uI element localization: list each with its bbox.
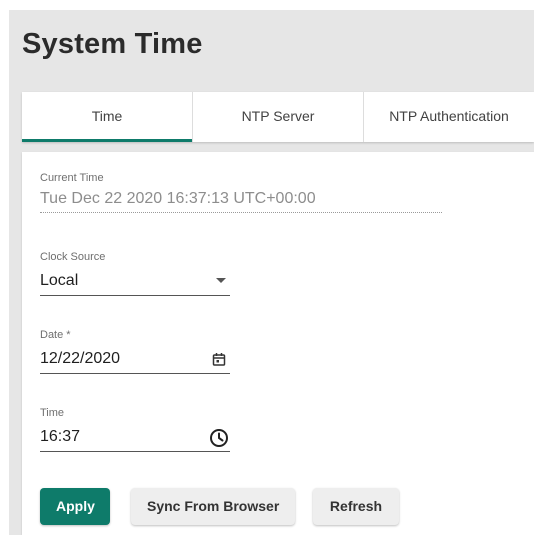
clock-icon[interactable]	[208, 428, 230, 448]
date-value: 12/22/2020	[40, 350, 121, 367]
date-label: Date *	[40, 329, 71, 341]
time-settings-card: Current Time Tue Dec 22 2020 16:37:13 UT…	[22, 152, 534, 535]
time-field: Time 16:37	[40, 407, 230, 452]
current-time-field: Current Time Tue Dec 22 2020 16:37:13 UT…	[40, 172, 442, 213]
clock-source-value: Local	[40, 272, 79, 289]
tab-bar: Time NTP Server NTP Authentication	[22, 92, 534, 142]
clock-source-field: Clock Source Local	[40, 251, 230, 296]
date-field: Date * 12/22/2020	[40, 329, 230, 374]
tab-ntp-authentication[interactable]: NTP Authentication	[364, 92, 534, 142]
apply-button[interactable]: Apply	[40, 488, 110, 525]
current-time-value: Tue Dec 22 2020 16:37:13 UTC+00:00	[40, 190, 442, 213]
tab-time[interactable]: Time	[22, 92, 193, 142]
calendar-icon[interactable]	[208, 350, 230, 370]
clock-source-label: Clock Source	[40, 251, 106, 263]
page-title: System Time	[22, 28, 203, 60]
dropdown-arrow-icon[interactable]	[216, 278, 226, 283]
time-label: Time	[40, 407, 65, 419]
sync-from-browser-button[interactable]: Sync From Browser	[131, 488, 295, 525]
refresh-button[interactable]: Refresh	[313, 488, 399, 525]
tab-ntp-server[interactable]: NTP Server	[193, 92, 364, 142]
clock-source-select[interactable]: Local	[40, 268, 230, 296]
current-time-label: Current Time	[40, 172, 104, 184]
time-value: 16:37	[40, 428, 81, 445]
time-input[interactable]: 16:37	[40, 424, 230, 452]
date-input[interactable]: 12/22/2020	[40, 346, 230, 374]
